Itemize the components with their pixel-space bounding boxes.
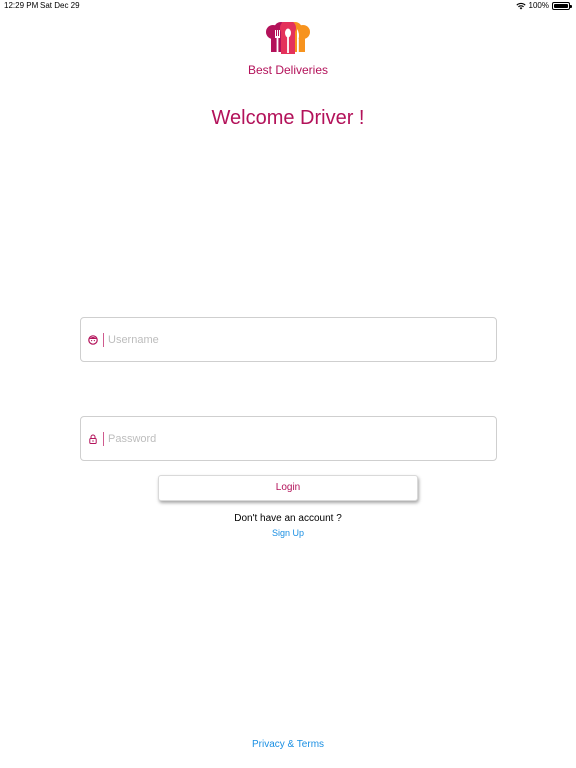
- user-face-icon: [88, 334, 98, 345]
- battery-percent: 100%: [528, 1, 549, 10]
- chef-hat-icon: [266, 22, 310, 54]
- sign-up-link[interactable]: Sign Up: [0, 528, 576, 538]
- privacy-terms-link[interactable]: Privacy & Terms: [0, 739, 576, 750]
- login-button[interactable]: Login: [158, 475, 418, 501]
- wifi-icon: [515, 2, 526, 9]
- login-screen: 12:29 PM Sat Dec 29 100% Best Deliveries…: [0, 0, 576, 768]
- lock-icon: [89, 434, 97, 444]
- status-date: Sat Dec 29: [40, 1, 80, 10]
- username-input[interactable]: [108, 333, 496, 346]
- field-divider: [103, 431, 104, 446]
- status-time: 12:29 PM: [4, 1, 39, 10]
- welcome-heading: Welcome Driver !: [211, 107, 365, 129]
- status-bar: 12:29 PM Sat Dec 29 100%: [0, 0, 576, 12]
- password-field[interactable]: [80, 416, 497, 461]
- brand-name: Best Deliveries: [247, 63, 329, 77]
- field-divider: [103, 332, 104, 347]
- battery-icon: [552, 1, 572, 10]
- password-input[interactable]: [108, 432, 496, 445]
- username-field[interactable]: [80, 317, 497, 362]
- no-account-text: Don't have an account ?: [234, 513, 342, 524]
- status-right: 100%: [515, 1, 572, 10]
- brand-logo: Best Deliveries: [236, 22, 340, 78]
